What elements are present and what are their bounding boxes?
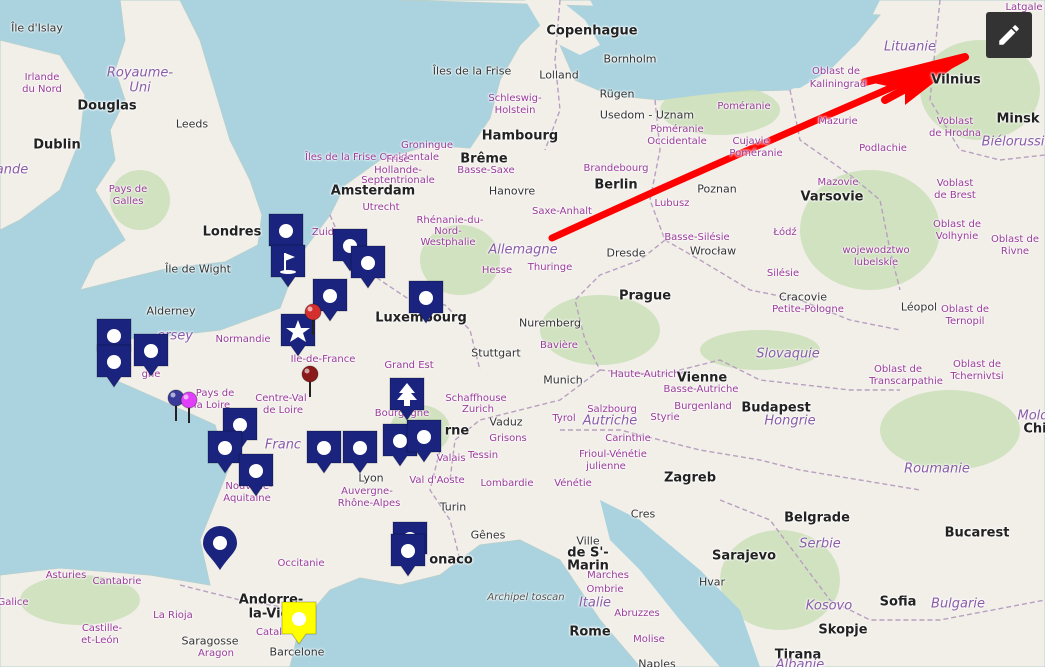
land-britain — [79, 0, 263, 291]
map-marker-dot[interactable] — [95, 343, 133, 389]
map-marker-dot[interactable] — [280, 600, 318, 646]
dot-icon — [401, 544, 415, 558]
dot-icon — [353, 441, 367, 455]
dot-icon — [107, 329, 121, 343]
map-marker-dot[interactable] — [341, 429, 379, 475]
dot-icon — [292, 612, 306, 626]
map-marker-dot[interactable] — [405, 418, 443, 464]
map-pin-icon[interactable] — [300, 365, 320, 397]
map-marker-dot[interactable] — [305, 429, 343, 475]
map-marker-tree[interactable] — [388, 376, 426, 422]
map-marker-teardrop[interactable] — [201, 526, 239, 572]
pencil-icon — [999, 25, 1019, 45]
map-marker-dot[interactable] — [132, 332, 170, 378]
dot-icon — [317, 441, 331, 455]
map-pin-icon[interactable] — [179, 391, 199, 423]
dot-icon — [107, 355, 121, 369]
land-ireland — [0, 39, 86, 231]
dot-icon — [323, 289, 337, 303]
map-pin-icon[interactable] — [303, 303, 323, 335]
map-marker-dot[interactable] — [349, 244, 387, 290]
dot-icon — [419, 291, 433, 305]
dot-icon — [361, 256, 375, 270]
map-marker-dot[interactable] — [407, 279, 445, 325]
map-marker-flag[interactable] — [269, 243, 307, 289]
edit-button[interactable] — [986, 12, 1032, 58]
dot-icon — [279, 224, 293, 238]
map-marker-dot[interactable] — [389, 532, 427, 578]
dot-icon — [213, 536, 227, 550]
dot-icon — [218, 441, 232, 455]
dot-icon — [249, 464, 263, 478]
map-marker-dot[interactable] — [237, 452, 275, 498]
dot-icon — [417, 430, 431, 444]
dot-icon — [144, 344, 158, 358]
map-canvas[interactable]: Copenhague Bornholm Îles de la Frise Lollan… — [0, 0, 1045, 667]
